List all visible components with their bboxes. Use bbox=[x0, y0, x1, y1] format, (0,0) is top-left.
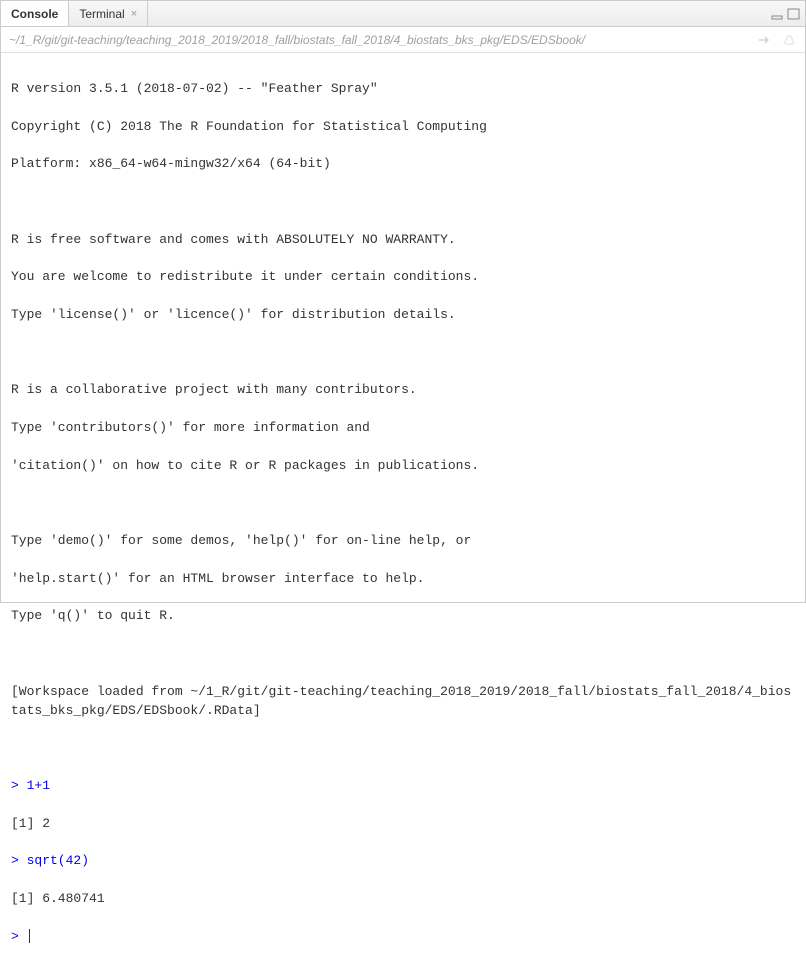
banner-line: 'help.start()' for an HTML browser inter… bbox=[11, 570, 795, 589]
tab-console[interactable]: Console bbox=[1, 1, 69, 26]
tab-bar: Console Terminal × bbox=[1, 1, 805, 27]
banner-line: Type 'demo()' for some demos, 'help()' f… bbox=[11, 532, 795, 551]
banner-line: R version 3.5.1 (2018-07-02) -- "Feather… bbox=[11, 80, 795, 99]
banner-line: 'citation()' on how to cite R or R packa… bbox=[11, 457, 795, 476]
path-toolbar bbox=[757, 32, 797, 48]
banner-line: Type 'license()' or 'licence()' for dist… bbox=[11, 306, 795, 325]
window-controls bbox=[771, 8, 801, 20]
tab-terminal[interactable]: Terminal × bbox=[69, 1, 148, 26]
banner-line: Type 'q()' to quit R. bbox=[11, 607, 795, 626]
console-output-line: [1] 6.480741 bbox=[11, 890, 795, 909]
banner-line: R is a collaborative project with many c… bbox=[11, 381, 795, 400]
banner-line: Type 'contributors()' for more informati… bbox=[11, 419, 795, 438]
arrow-icon[interactable] bbox=[757, 32, 773, 48]
path-bar: ~/1_R/git/git-teaching/teaching_2018_201… bbox=[1, 27, 805, 53]
workspace-line: [Workspace loaded from ~/1_R/git/git-tea… bbox=[11, 683, 795, 721]
tab-console-label: Console bbox=[11, 7, 58, 21]
clear-icon[interactable] bbox=[781, 32, 797, 48]
close-icon[interactable]: × bbox=[131, 8, 137, 20]
minimize-icon[interactable] bbox=[771, 8, 785, 20]
banner-line: Platform: x86_64-w64-mingw32/x64 (64-bit… bbox=[11, 155, 795, 174]
banner-line: R is free software and comes with ABSOLU… bbox=[11, 231, 795, 250]
console-output[interactable]: R version 3.5.1 (2018-07-02) -- "Feather… bbox=[1, 53, 805, 955]
working-directory[interactable]: ~/1_R/git/git-teaching/teaching_2018_201… bbox=[9, 33, 757, 47]
console-input-line: > 1+1 bbox=[11, 777, 795, 796]
banner-line: You are welcome to redistribute it under… bbox=[11, 268, 795, 287]
console-input-line: > sqrt(42) bbox=[11, 852, 795, 871]
banner-line: Copyright (C) 2018 The R Foundation for … bbox=[11, 118, 795, 137]
maximize-icon[interactable] bbox=[787, 8, 801, 20]
console-prompt[interactable]: > bbox=[11, 929, 27, 944]
console-output-line: [1] 2 bbox=[11, 815, 795, 834]
tab-terminal-label: Terminal bbox=[79, 7, 124, 21]
cursor bbox=[29, 929, 30, 943]
